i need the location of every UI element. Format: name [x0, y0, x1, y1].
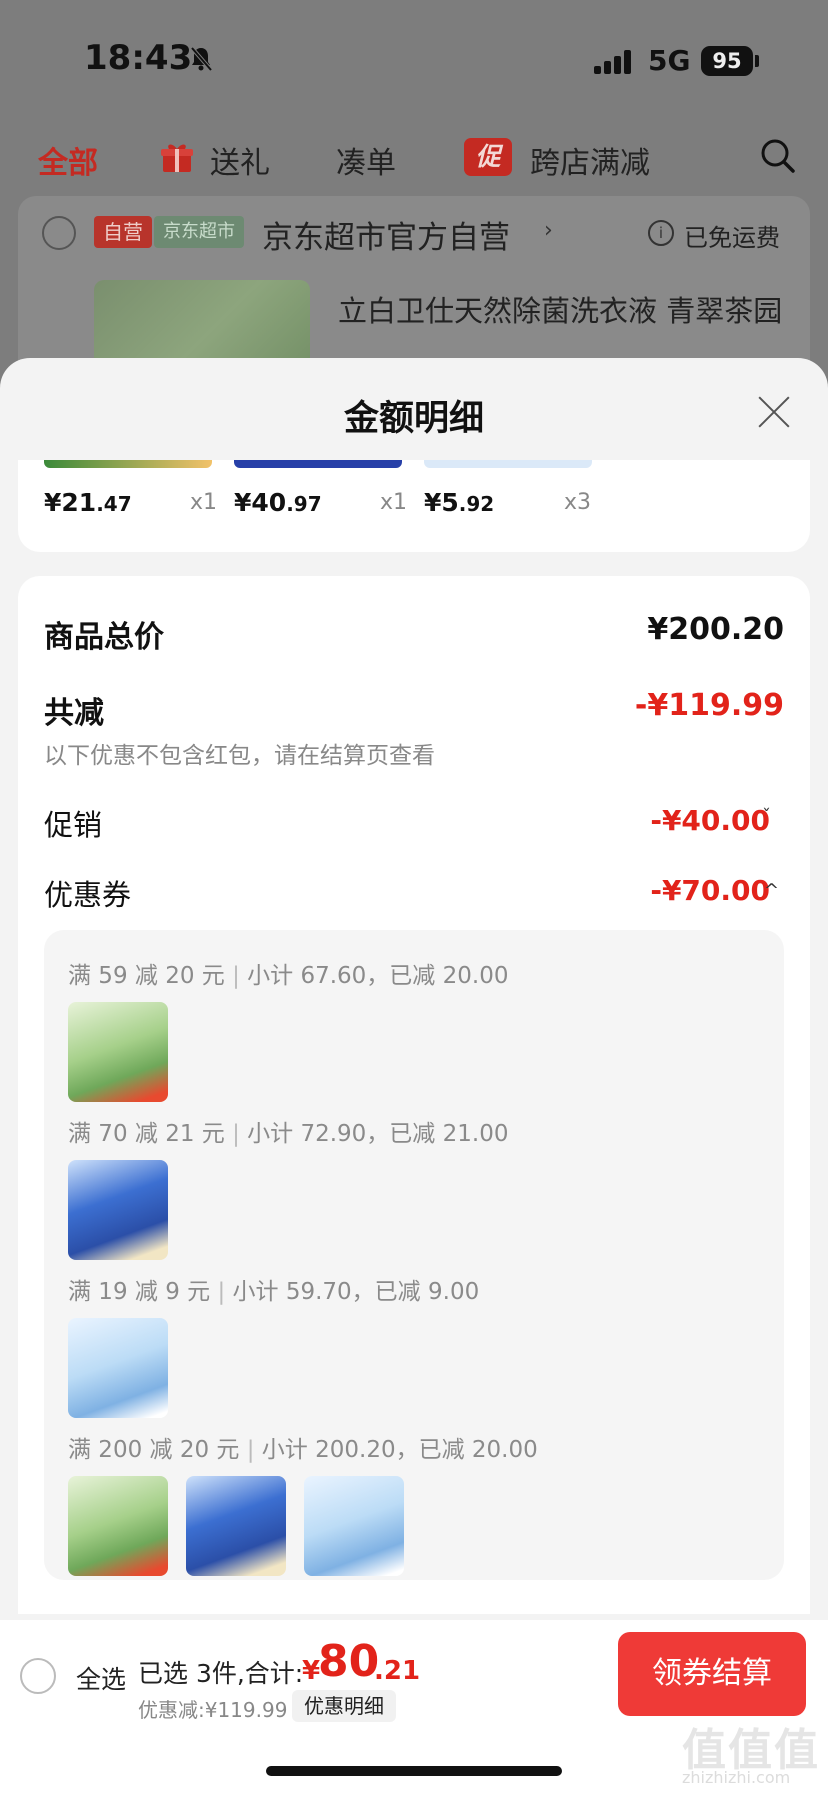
total-decimal: .21 [374, 1656, 421, 1686]
checkout-button[interactable]: 领券结算 [618, 1632, 806, 1716]
chevron-down-icon[interactable]: ˇ [762, 806, 771, 827]
item-price-1-int: ¥21 [44, 488, 97, 517]
store-name[interactable]: 京东超市官方自营 [262, 212, 510, 257]
items-price-card [18, 460, 810, 552]
item-price-1-dec: .47 [96, 492, 132, 516]
battery-tip [755, 55, 759, 67]
discount-detail-button[interactable]: 优惠明细 [292, 1690, 396, 1722]
discount-summary: 优惠减:¥119.99 [138, 1698, 288, 1722]
coupon-rule-4-detail: 小计 200.20，已减 20.00 [261, 1437, 538, 1463]
promo-amount[interactable]: -¥40.00 [650, 804, 770, 837]
coupon-product-thumb[interactable] [304, 1476, 404, 1576]
discount-note: 以下优惠不包含红包，请在结算页查看 [44, 743, 435, 769]
signal-icon [594, 48, 638, 74]
coupon-rule-4-rule: 满 200 减 20 元 [68, 1437, 240, 1463]
coupon-product-thumb[interactable] [68, 1002, 168, 1102]
coupon-rule-2-detail: 小计 72.90，已减 21.00 [247, 1121, 509, 1147]
item-price-2-dec: .97 [286, 492, 322, 516]
item-qty-2: x1 [380, 490, 408, 515]
chevron-right-icon: › [544, 218, 553, 243]
item-price-3: ¥5.92 [424, 488, 494, 517]
network-label: 5G [648, 44, 691, 77]
promo-badge-icon: 促 [464, 138, 512, 176]
coupon-rule-2: 满 70 减 21 元 | 小计 72.90，已减 21.00 [68, 1114, 508, 1148]
coupon-rule-4: 满 200 减 20 元 | 小计 200.20，已减 20.00 [68, 1430, 538, 1464]
coupon-rule-1-detail: 小计 67.60，已减 20.00 [247, 963, 509, 989]
info-icon[interactable]: i [648, 220, 674, 246]
coupon-rule-1: 满 59 减 20 元 | 小计 67.60，已减 20.00 [68, 956, 508, 990]
self-operated-tag: 自营 [94, 216, 152, 248]
item-price-3-int: ¥5 [424, 488, 459, 517]
coupon-product-thumb[interactable] [68, 1160, 168, 1260]
sheet-title: 金额明细 [343, 399, 484, 439]
item-qty-1: x1 [190, 490, 218, 515]
coupon-rule-2-sep: | [232, 1121, 240, 1147]
coupon-label[interactable]: 优惠券 [44, 872, 131, 914]
tab-add-on[interactable]: 凑单 [336, 138, 396, 182]
store-select-radio[interactable] [42, 216, 76, 250]
item-price-2: ¥40.97 [234, 488, 322, 517]
goods-total-amount: ¥200.20 [647, 612, 784, 647]
watermark-url: zhizhizhi.com [682, 1768, 791, 1787]
bell-muted-icon [190, 46, 212, 72]
status-time: 18:43 [84, 38, 193, 78]
coupon-rule-3: 满 19 减 9 元 | 小计 59.70，已减 9.00 [68, 1272, 479, 1306]
total-integer: 80 [318, 1636, 380, 1687]
item-qty-3: x3 [564, 490, 592, 515]
item-thumb-strip-2 [234, 460, 402, 468]
selected-count: 已选 3件,合计: [138, 1659, 304, 1688]
coupon-rule-4-sep: | [246, 1437, 255, 1463]
coupon-product-thumb[interactable] [186, 1476, 286, 1576]
item-thumb-strip-3 [424, 460, 592, 468]
coupon-rule-1-sep: | [232, 963, 240, 989]
product-title[interactable]: 立白卫仕天然除菌洗衣液 青翠茶园 [338, 288, 782, 330]
close-icon[interactable] [756, 394, 792, 430]
coupon-rule-3-detail: 小计 59.70，已减 9.00 [232, 1279, 480, 1305]
free-shipping-label: 已免运费 [684, 224, 780, 252]
total-reduce-amount: -¥119.99 [634, 688, 784, 723]
battery-icon: 95 [701, 46, 753, 76]
select-all-label[interactable]: 全选 [76, 1660, 126, 1696]
coupon-rule-1-rule: 满 59 减 20 元 [68, 963, 225, 989]
coupon-rule-3-sep: | [217, 1279, 226, 1305]
total-reduce-label: 共减 [44, 696, 104, 731]
chevron-up-icon[interactable]: ^ [764, 880, 779, 901]
tab-all[interactable]: 全部 [38, 138, 98, 182]
item-price-3-dec: .92 [458, 492, 495, 516]
jd-market-tag: 京东超市 [154, 216, 244, 248]
gift-icon [161, 144, 193, 172]
search-icon[interactable] [760, 138, 796, 174]
item-price-1: ¥21.47 [44, 488, 132, 517]
coupon-amount[interactable]: -¥70.00 [650, 874, 770, 907]
goods-total-label: 商品总价 [44, 620, 164, 655]
tab-cross-store[interactable]: 跨店满减 [530, 138, 650, 182]
item-price-2-int: ¥40 [234, 488, 287, 517]
promo-label[interactable]: 促销 [44, 802, 102, 844]
coupon-rule-3-rule: 满 19 减 9 元 [68, 1279, 211, 1305]
select-all-radio[interactable] [20, 1658, 56, 1694]
home-indicator [266, 1766, 562, 1776]
coupon-product-thumb[interactable] [68, 1318, 168, 1418]
coupon-product-thumb[interactable] [68, 1476, 168, 1576]
item-thumb-strip-1 [44, 460, 212, 468]
coupon-rule-2-rule: 满 70 减 21 元 [68, 1121, 225, 1147]
tab-gift[interactable]: 送礼 [210, 138, 270, 182]
